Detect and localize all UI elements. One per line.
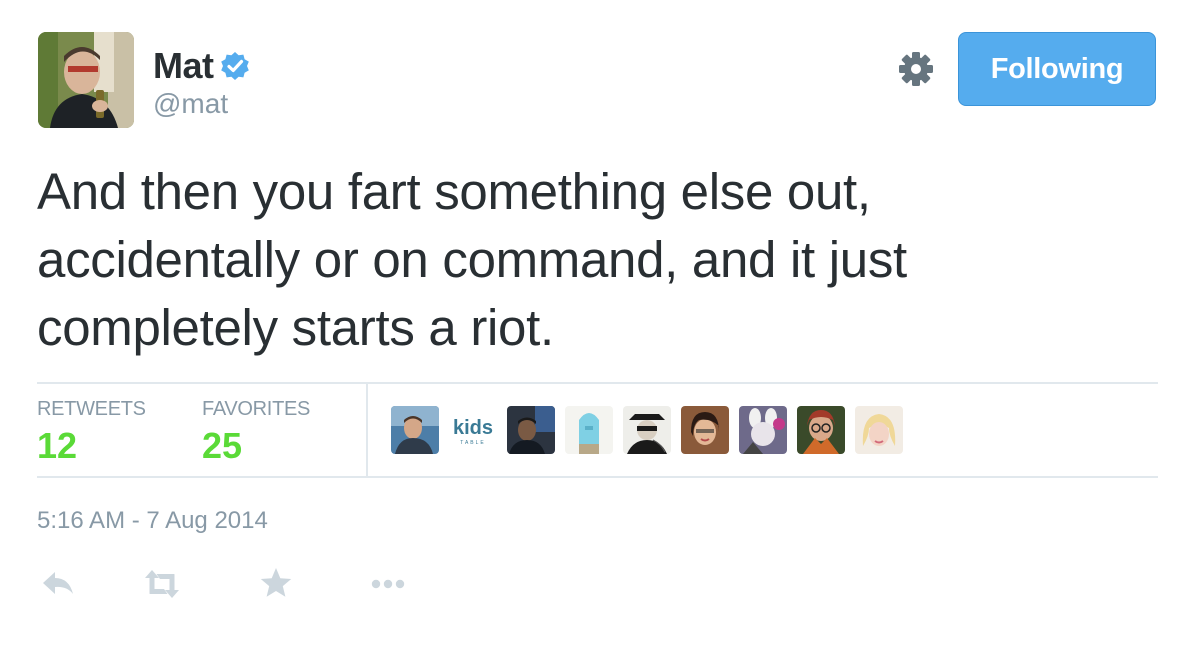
stats-divider-top <box>37 382 1158 384</box>
author-name-row[interactable]: Mat <box>153 44 251 88</box>
favoriter-avatar-4[interactable] <box>565 406 613 454</box>
retweets-label: RETWEETS <box>37 398 146 420</box>
favorites-label: FAVORITES <box>202 398 311 420</box>
favorite-icon[interactable] <box>256 564 296 604</box>
favorites-count: 25 <box>202 425 243 466</box>
following-button[interactable]: Following <box>958 32 1156 106</box>
favoriter-avatar-5[interactable] <box>623 406 671 454</box>
favoriter-avatar-3[interactable] <box>507 406 555 454</box>
author-display-name[interactable]: Mat <box>153 44 214 88</box>
favoriter-avatars: kids TABLE <box>391 406 913 454</box>
author-avatar[interactable] <box>38 32 134 128</box>
stats-divider-bottom <box>37 476 1158 478</box>
verified-badge-icon <box>219 50 251 82</box>
gear-icon[interactable] <box>897 50 935 88</box>
retweets-count: 12 <box>37 425 78 466</box>
retweets-stat[interactable]: RETWEETS 12 <box>37 398 146 468</box>
favoriter-avatar-7[interactable] <box>739 406 787 454</box>
author-username[interactable]: @mat <box>153 86 228 122</box>
tweet-text: And then you fart something else out, ac… <box>37 163 907 356</box>
stats-divider-vertical <box>366 384 368 476</box>
favoriter-avatar-6[interactable] <box>681 406 729 454</box>
favoriter-avatar-kids-table[interactable]: kids TABLE <box>449 406 497 454</box>
favorites-stat[interactable]: FAVORITES 25 <box>202 398 310 468</box>
tweet-timestamp[interactable]: 5:16 AM - 7 Aug 2014 <box>37 505 268 537</box>
favoriter-avatar-1[interactable] <box>391 406 439 454</box>
more-icon[interactable] <box>368 564 408 604</box>
retweet-icon[interactable] <box>142 564 182 604</box>
tweet-card: Mat @mat Following And then you fart som… <box>0 0 1192 648</box>
kids-table-logo-text: kids <box>453 417 493 439</box>
favoriter-avatar-9[interactable] <box>855 406 903 454</box>
favoriter-avatar-8[interactable] <box>797 406 845 454</box>
reply-icon[interactable] <box>39 564 79 604</box>
kids-table-logo-subtext: TABLE <box>460 440 485 446</box>
